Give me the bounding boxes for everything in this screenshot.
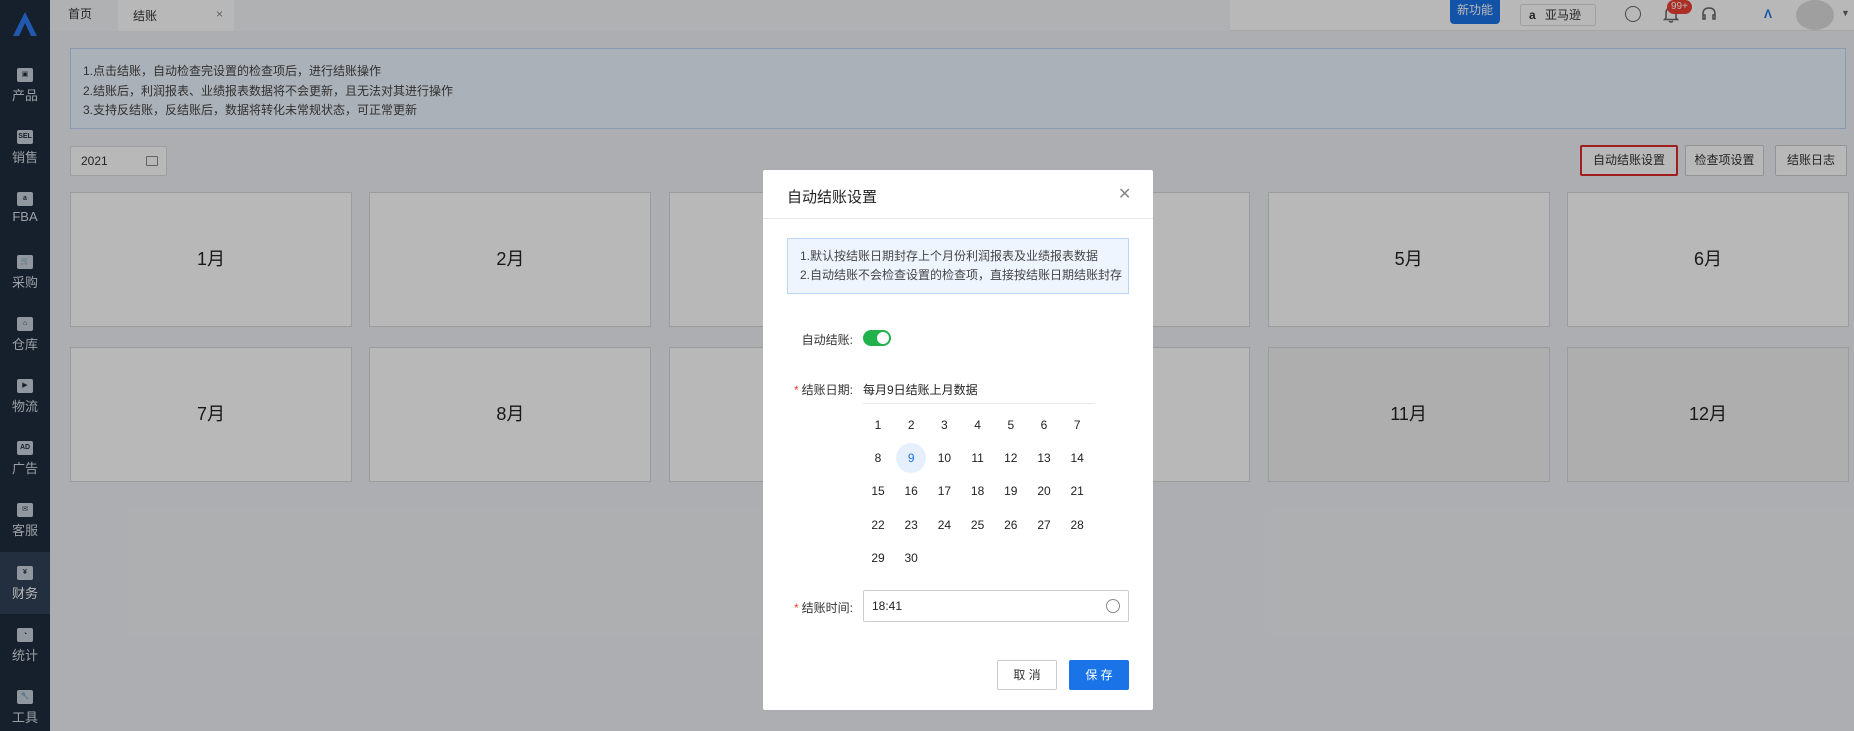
day-option[interactable]: 3 [929,410,959,440]
day-option[interactable]: 26 [996,510,1026,540]
day-option[interactable]: 19 [996,476,1026,506]
close-icon[interactable]: ✕ [1118,184,1131,204]
modal-title: 自动结账设置 [787,189,878,206]
day-option[interactable]: 30 [896,543,926,573]
auto-checkout-label: 自动结账: [801,333,853,347]
day-option[interactable]: 16 [896,476,926,506]
day-option[interactable]: 21 [1062,476,1092,506]
checkout-date-summary: 每月9日结账上月数据 [863,383,978,397]
day-option[interactable]: 9 [896,443,927,474]
day-option[interactable]: 7 [1062,410,1092,440]
info-line: 1.默认按结账日期封存上个月份利润报表及业绩报表数据 [800,249,1099,263]
day-option[interactable]: 23 [896,510,926,540]
day-option[interactable]: 11 [963,443,993,473]
day-option[interactable]: 4 [963,410,993,440]
divider [763,218,1153,219]
checkout-time-input[interactable]: 18:41 [863,590,1129,622]
day-option[interactable]: 6 [1029,410,1059,440]
day-option[interactable]: 5 [996,410,1026,440]
cancel-button[interactable]: 取 消 [997,660,1057,690]
save-button[interactable]: 保 存 [1069,660,1129,690]
auto-checkout-toggle[interactable] [863,330,891,346]
divider [863,403,1095,404]
day-option[interactable]: 28 [1062,510,1092,540]
time-value: 18:41 [872,599,903,613]
day-option[interactable]: 10 [929,443,959,473]
day-option[interactable]: 2 [896,410,926,440]
day-option[interactable]: 27 [1029,510,1059,540]
checkout-date-label: * 结账日期: [793,383,853,397]
auto-checkout-modal: 自动结账设置 ✕ 1.默认按结账日期封存上个月份利润报表及业绩报表数据 2.自动… [763,170,1153,710]
checkout-time-label: * 结账时间: [793,601,853,615]
clock-icon [1106,599,1120,613]
day-option[interactable]: 13 [1029,443,1059,473]
day-option[interactable]: 18 [963,476,993,506]
day-option[interactable]: 15 [863,476,893,506]
day-option[interactable]: 8 [863,443,893,473]
day-option[interactable]: 22 [863,510,893,540]
info-line: 2.自动结账不会检查设置的检查项，直接按结账日期结账封存 [800,268,1123,282]
day-option[interactable]: 17 [929,476,959,506]
day-option[interactable]: 1 [863,410,893,440]
day-option[interactable]: 14 [1062,443,1092,473]
day-option[interactable]: 20 [1029,476,1059,506]
day-option[interactable]: 25 [963,510,993,540]
day-option[interactable]: 12 [996,443,1026,473]
day-option[interactable]: 29 [863,543,893,573]
modal-info-box: 1.默认按结账日期封存上个月份利润报表及业绩报表数据 2.自动结账不会检查设置的… [787,238,1129,294]
day-option[interactable]: 24 [929,510,959,540]
